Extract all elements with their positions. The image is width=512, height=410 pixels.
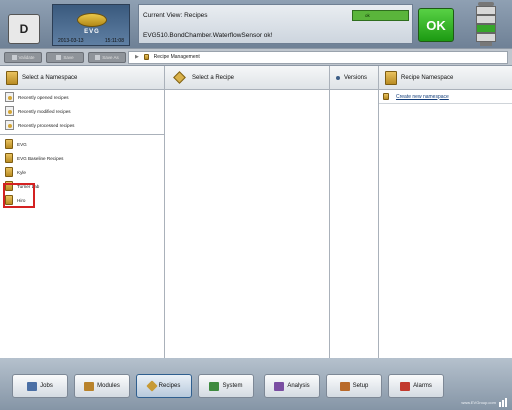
logo-text: EVG bbox=[84, 29, 100, 35]
floppy-as-icon bbox=[95, 55, 101, 60]
save-label: Save bbox=[63, 55, 74, 60]
list-item-label: EVG bbox=[17, 141, 27, 147]
namespace-book-icon bbox=[385, 70, 397, 85]
book-icon bbox=[5, 167, 13, 177]
status-panel: Current View: Recipes ok EVG510.BondCham… bbox=[138, 4, 413, 44]
recipe-icon bbox=[173, 71, 186, 84]
versions-header: Versions bbox=[330, 66, 378, 90]
nav-label: Modules bbox=[97, 383, 120, 389]
recent-processed-item[interactable]: Recently processed recipes bbox=[0, 118, 164, 132]
namespace-item-evg-baseline[interactable]: EVG Baseline Recipes bbox=[0, 151, 164, 165]
recipe-column: Select a Recipe bbox=[165, 66, 330, 358]
namespace-item-evg[interactable]: EVG bbox=[0, 137, 164, 151]
validate-label: Validate bbox=[18, 55, 35, 60]
floppy-icon bbox=[56, 55, 62, 60]
recipe-namespace-header: Recipe Namespace bbox=[379, 66, 512, 90]
list-item-label: Recently modified recipes bbox=[18, 108, 71, 114]
versions-title: Versions bbox=[344, 74, 368, 81]
nav-label: Analysis bbox=[287, 383, 310, 389]
header-bar: D EVG 2013-03-13 15:11:08 Current View: … bbox=[0, 0, 512, 48]
list-item-label: Recently opened recipes bbox=[18, 94, 69, 100]
list-item-label: EVG Baseline Recipes bbox=[17, 155, 64, 161]
user-badge[interactable]: D bbox=[8, 14, 40, 44]
bottom-navigation: Jobs Modules Recipes System Analysis Set… bbox=[0, 358, 512, 410]
ok-button[interactable]: OK bbox=[418, 8, 454, 42]
evg-logo-panel: EVG 2013-03-13 15:11:08 bbox=[52, 4, 130, 46]
nav-label: Recipes bbox=[158, 383, 181, 389]
book-icon bbox=[5, 153, 13, 163]
nav-system-button[interactable]: System bbox=[198, 374, 254, 398]
analysis-icon bbox=[274, 381, 285, 391]
nav-label: Alarms bbox=[413, 383, 432, 389]
nav-label: System bbox=[222, 383, 243, 389]
namespace-column: Select a Namespace Recently opened recip… bbox=[0, 66, 165, 358]
namespace-title: Select a Namespace bbox=[22, 74, 78, 81]
toolbar: Validate Save Save As ▶ Recipe Managemen… bbox=[0, 48, 512, 66]
recipe-header: Select a Recipe bbox=[165, 66, 329, 90]
nav-recipes-button[interactable]: Recipes bbox=[136, 374, 192, 398]
nav-analysis-button[interactable]: Analysis bbox=[264, 374, 320, 398]
modules-icon bbox=[84, 381, 95, 391]
namespace-book-icon bbox=[6, 70, 18, 85]
recent-icon bbox=[5, 106, 14, 116]
current-view-label: Current View: Recipes bbox=[143, 12, 208, 19]
recent-icon bbox=[5, 92, 14, 102]
check-icon bbox=[11, 55, 17, 60]
save-as-label: Save As bbox=[102, 55, 119, 60]
book-icon bbox=[144, 53, 150, 60]
nav-alarms-button[interactable]: Alarms bbox=[388, 374, 444, 398]
setup-icon bbox=[339, 381, 350, 391]
new-book-icon bbox=[383, 93, 389, 100]
divider bbox=[0, 134, 164, 135]
create-namespace-row: Create new namespace bbox=[379, 90, 512, 104]
evg-logo-icon bbox=[77, 13, 107, 27]
alarms-icon bbox=[400, 381, 411, 391]
status-message: EVG510.BondChamber.WaterflowSensor ok! bbox=[143, 32, 273, 39]
chevron-right-icon: ▶ bbox=[135, 54, 139, 60]
time-display: 15:11:08 bbox=[104, 38, 124, 44]
nav-modules-button[interactable]: Modules bbox=[74, 374, 130, 398]
breadcrumb-label: Recipe Management bbox=[153, 54, 200, 60]
recipe-namespace-column: Recipe Namespace Create new namespace bbox=[379, 66, 512, 358]
breadcrumb: ▶ Recipe Management bbox=[128, 51, 508, 64]
recipe-namespace-title: Recipe Namespace bbox=[401, 74, 454, 81]
save-button[interactable]: Save bbox=[46, 52, 84, 63]
book-icon bbox=[5, 139, 13, 149]
namespace-header: Select a Namespace bbox=[0, 66, 164, 90]
nav-label: Jobs bbox=[40, 383, 53, 389]
list-item-label: Kyle bbox=[17, 169, 26, 175]
jobs-icon bbox=[27, 381, 38, 391]
nav-jobs-button[interactable]: Jobs bbox=[12, 374, 68, 398]
site-link: www.EVGroup.com bbox=[461, 400, 496, 405]
nav-label: Setup bbox=[352, 383, 369, 389]
signal-tower-icon bbox=[474, 2, 498, 46]
system-icon bbox=[209, 381, 220, 391]
recent-icon bbox=[5, 120, 14, 130]
nav-setup-button[interactable]: Setup bbox=[326, 374, 382, 398]
status-indicator: ok bbox=[352, 10, 409, 21]
versions-column: Versions bbox=[330, 66, 379, 358]
create-namespace-link[interactable]: Create new namespace bbox=[396, 94, 449, 100]
selection-highlight-box bbox=[3, 183, 35, 208]
bullet-icon bbox=[336, 75, 340, 80]
save-as-button[interactable]: Save As bbox=[88, 52, 126, 63]
date-display: 2013-03-13 bbox=[58, 38, 84, 44]
main-area: Select a Namespace Recently opened recip… bbox=[0, 66, 512, 358]
validate-button[interactable]: Validate bbox=[4, 52, 42, 63]
recipes-icon bbox=[145, 380, 158, 392]
list-item-label: Recently processed recipes bbox=[18, 122, 75, 128]
namespace-item-kyle[interactable]: Kyle bbox=[0, 165, 164, 179]
recent-opened-item[interactable]: Recently opened recipes bbox=[0, 90, 164, 104]
signal-bars-icon bbox=[499, 397, 509, 407]
recipe-title: Select a Recipe bbox=[192, 74, 235, 81]
recent-modified-item[interactable]: Recently modified recipes bbox=[0, 104, 164, 118]
